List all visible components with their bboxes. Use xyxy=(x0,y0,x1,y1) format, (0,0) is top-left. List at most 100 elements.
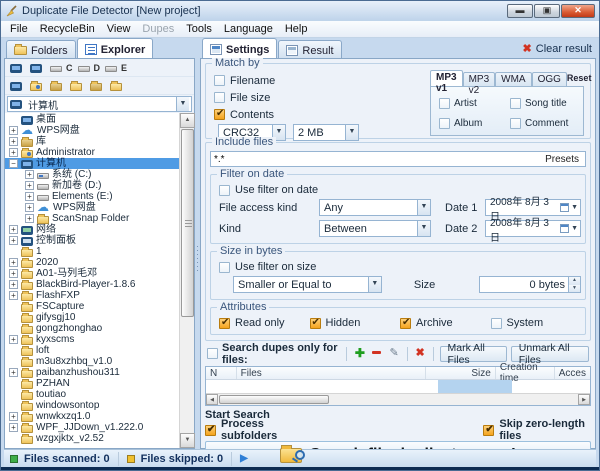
expander-icon[interactable]: − xyxy=(9,159,18,168)
checkbox-icon[interactable] xyxy=(510,97,521,109)
access-kind-select[interactable]: Any ▼ xyxy=(319,199,431,216)
spinner-arrows-icon[interactable]: ▲ ▼ xyxy=(568,277,580,292)
menu-recyclebin[interactable]: RecycleBin xyxy=(34,22,101,36)
drive-e-button[interactable]: E xyxy=(104,62,128,74)
expander-icon[interactable]: + xyxy=(9,280,18,289)
tree-item[interactable]: + Elements (E:) xyxy=(5,191,179,202)
menu-file[interactable]: File xyxy=(4,22,34,36)
expander-icon[interactable]: + xyxy=(9,126,18,135)
folder-tool-button-5[interactable] xyxy=(89,80,106,92)
location-combo[interactable]: 计算机 ▼ xyxy=(7,96,192,112)
tab-settings[interactable]: Settings xyxy=(202,38,278,58)
tree-item[interactable]: gongzhonghao xyxy=(5,323,179,334)
songtitle-checkbox[interactable]: Song title xyxy=(510,93,581,113)
tree-item[interactable]: + 网络 xyxy=(5,224,179,235)
remove-file-button[interactable] xyxy=(370,346,383,361)
checkbox-icon[interactable] xyxy=(439,117,450,129)
artist-checkbox[interactable]: Artist xyxy=(439,93,510,113)
size-comparator-select[interactable]: Smaller or Equal to ▼ xyxy=(233,276,382,293)
checkbox-checked-icon[interactable] xyxy=(400,317,411,329)
scroll-up-icon[interactable]: ▲ xyxy=(180,113,195,128)
expander-icon[interactable]: + xyxy=(25,214,34,223)
system-checkbox[interactable]: System xyxy=(490,316,582,330)
folder-tool-button-4[interactable] xyxy=(69,80,86,92)
computer-button[interactable] xyxy=(29,62,46,74)
col-access[interactable]: Acces xyxy=(555,367,590,379)
tree-item[interactable]: + ScanSnap Folder xyxy=(5,213,179,224)
block-size-select[interactable]: 2 MB ▼ xyxy=(293,124,359,141)
clear-result-button[interactable]: ✖ Clear result xyxy=(523,42,596,58)
reset-tags-button[interactable]: Reset xyxy=(567,73,594,83)
dupes-only-checkbox[interactable] xyxy=(207,348,218,359)
expander-icon[interactable]: + xyxy=(25,181,34,190)
tree-item[interactable]: + 新加卷 (D:) xyxy=(5,180,179,191)
scroll-down-icon[interactable]: ▼ xyxy=(180,433,195,448)
checkbox-icon[interactable] xyxy=(510,117,521,129)
tree-item[interactable]: +2020 xyxy=(5,257,179,268)
unmark-all-button[interactable]: Unmark All Files xyxy=(510,342,590,366)
comment-checkbox[interactable]: Comment xyxy=(510,113,581,133)
drive-c-button[interactable]: C xyxy=(49,62,74,74)
tree-item[interactable]: + WPF_JJDown_v1.222.0 xyxy=(5,422,179,433)
scroll-right-icon[interactable]: ▶ xyxy=(578,394,590,405)
folder-tool-button-1[interactable] xyxy=(9,80,26,92)
col-files[interactable]: Files xyxy=(237,367,426,379)
tab-ogg[interactable]: OGG xyxy=(531,72,567,86)
skip-zero-checkbox[interactable]: Skip zero-length files xyxy=(483,418,591,442)
expander-icon[interactable]: + xyxy=(9,291,18,300)
tree-item[interactable]: FSCapture xyxy=(5,301,179,312)
chevron-down-icon[interactable]: ▼ xyxy=(571,204,578,211)
tab-wma[interactable]: WMA xyxy=(495,72,532,86)
tab-explorer[interactable]: Explorer xyxy=(76,38,154,58)
expander-icon[interactable]: + xyxy=(9,423,18,432)
chevron-down-icon[interactable]: ▼ xyxy=(571,225,578,232)
checkbox-icon[interactable] xyxy=(439,97,450,109)
menu-view[interactable]: View xyxy=(101,22,137,36)
menu-language[interactable]: Language xyxy=(218,22,279,36)
edit-file-button[interactable]: ✎ xyxy=(388,346,401,361)
table-hscrollbar[interactable]: ◀ ▶ xyxy=(206,393,590,405)
col-creation-time[interactable]: Creation time xyxy=(496,362,555,384)
minimize-button[interactable]: ▬ xyxy=(507,4,533,18)
tree-item[interactable]: + BlackBird-Player-1.8.6 xyxy=(5,279,179,290)
panel-splitter[interactable] xyxy=(195,38,200,449)
scroll-left-icon[interactable]: ◀ xyxy=(206,394,218,405)
hscrollbar-thumb[interactable] xyxy=(219,395,329,404)
expander-icon[interactable]: + xyxy=(9,225,18,234)
tree-item[interactable]: + kyxscms xyxy=(5,334,179,345)
add-file-button[interactable]: ✚ xyxy=(353,346,366,361)
size-spinner[interactable]: 0 bytes ▲ ▼ xyxy=(478,276,581,293)
desktop-button[interactable] xyxy=(9,62,26,74)
tree-item[interactable]: + 库 xyxy=(5,136,179,147)
folder-tool-button-2[interactable] xyxy=(29,80,46,92)
delete-all-button[interactable]: ✖ xyxy=(414,346,427,361)
tree-item[interactable]: + 控制面板 xyxy=(5,235,179,246)
checkbox-checked-icon[interactable] xyxy=(219,317,230,329)
expander-icon[interactable]: + xyxy=(9,269,18,278)
tree-item[interactable]: + wnwkxzq1.0 xyxy=(5,411,179,422)
folder-tool-button-3[interactable] xyxy=(49,80,66,92)
expander-icon[interactable]: + xyxy=(9,148,18,157)
tree-item[interactable]: + Administrator xyxy=(5,147,179,158)
expander-icon[interactable]: + xyxy=(9,335,18,344)
readonly-checkbox[interactable]: Read only xyxy=(219,316,310,330)
folder-tool-button-6[interactable] xyxy=(109,80,126,92)
checkbox-icon[interactable] xyxy=(490,317,502,329)
drive-d-button[interactable]: D xyxy=(77,62,102,74)
tree-item[interactable]: gifysgj10 xyxy=(5,312,179,323)
tab-mp3v1[interactable]: MP3 v1 xyxy=(430,70,463,94)
tree-item[interactable]: + ☁ WPS网盘 xyxy=(5,124,179,136)
mark-all-button[interactable]: Mark All Files xyxy=(439,342,507,366)
tree-scrollbar[interactable]: ▲ ▼ xyxy=(179,113,195,448)
expander-icon[interactable]: + xyxy=(9,412,18,421)
tree-item[interactable]: + 系统 (C:) xyxy=(5,169,179,180)
expander-icon[interactable]: + xyxy=(25,192,34,201)
tree-item[interactable]: + ☁ WPS网盘 xyxy=(5,201,179,213)
checkbox-icon[interactable] xyxy=(214,92,225,103)
tab-folders[interactable]: Folders xyxy=(6,40,76,58)
checkbox-icon[interactable] xyxy=(219,184,230,196)
hidden-checkbox[interactable]: Hidden xyxy=(309,316,401,330)
presets-button[interactable]: Presets xyxy=(545,154,585,165)
scrollbar-thumb[interactable] xyxy=(181,129,194,317)
checkbox-checked-icon[interactable] xyxy=(205,424,216,436)
